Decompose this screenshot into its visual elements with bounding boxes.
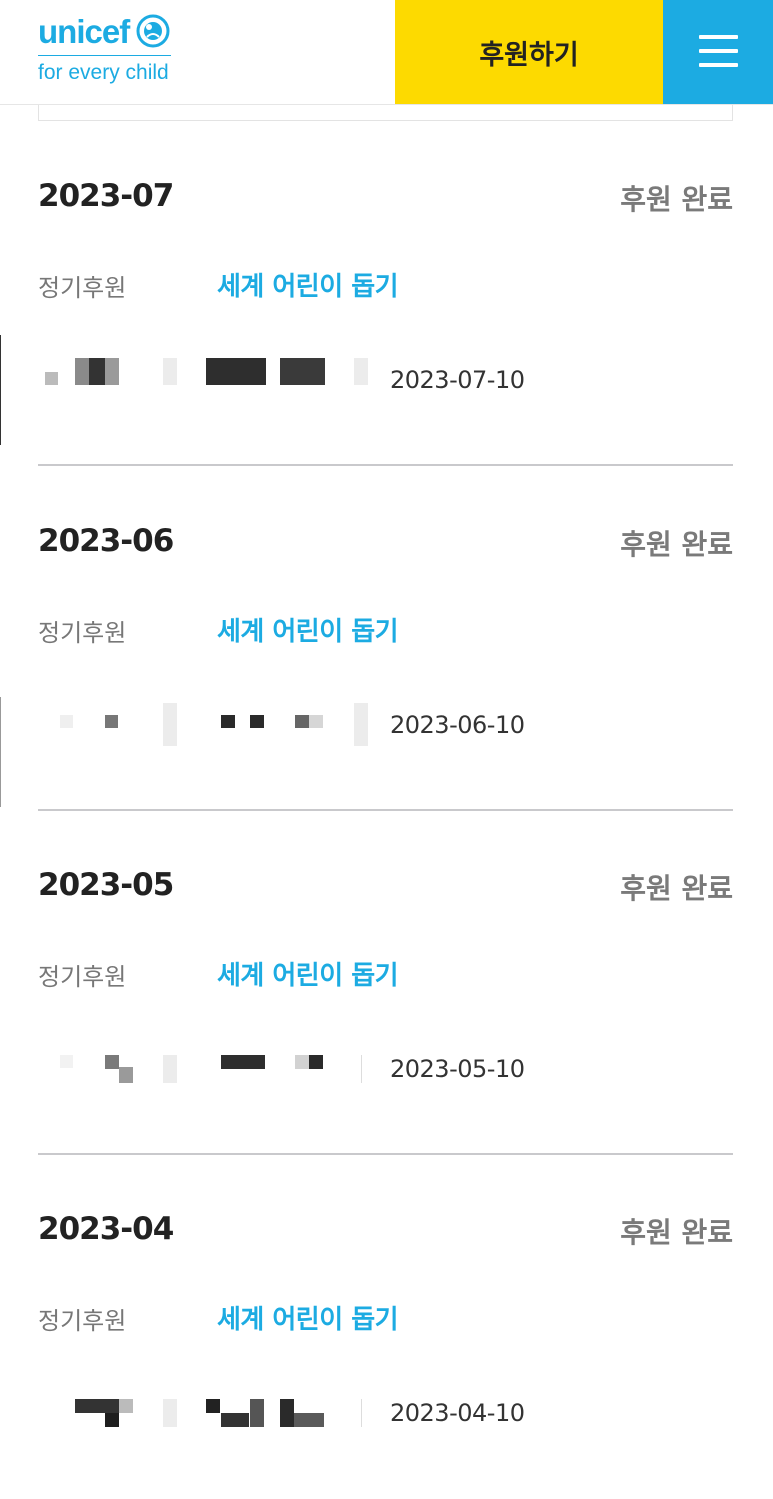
- record-status: 후원 완료: [620, 872, 733, 905]
- donation-record: 2023-07 후원 완료 정기후원 세계 어린이 돕기 2023-07-10: [38, 122, 733, 466]
- donation-record: 2023-06 후원 완료 정기후원 세계 어린이 돕기 2023-06-10: [38, 467, 733, 811]
- record-date: 2023-04-10: [390, 1399, 525, 1427]
- record-month: 2023-06: [38, 523, 174, 559]
- record-divider: [361, 1399, 362, 1427]
- record-month: 2023-07: [38, 178, 174, 214]
- record-type: 정기후원: [38, 274, 127, 302]
- logo-wordmark: unicef: [38, 13, 130, 50]
- record-date: 2023-05-10: [390, 1055, 525, 1083]
- redacted-payment-info: [38, 1047, 378, 1083]
- record-campaign-link[interactable]: 세계 어린이 돕기: [217, 955, 399, 992]
- record-campaign-link[interactable]: 세계 어린이 돕기: [217, 1299, 399, 1336]
- record-month: 2023-05: [38, 867, 174, 903]
- record-status: 후원 완료: [620, 183, 733, 216]
- donate-button[interactable]: 후원하기: [395, 0, 663, 104]
- unicef-globe-icon: [136, 14, 170, 48]
- logo-divider: [38, 55, 171, 56]
- redacted-payment-info: [38, 703, 378, 746]
- redacted-payment-info: [38, 358, 378, 394]
- donation-record: 2023-04 후원 완료 정기후원 세계 어린이 돕기 2023-04-10: [38, 1155, 733, 1499]
- hamburger-menu-icon: [699, 63, 738, 67]
- record-campaign-link[interactable]: 세계 어린이 돕기: [217, 266, 399, 303]
- record-date: 2023-07-10: [390, 366, 525, 394]
- record-month: 2023-04: [38, 1211, 174, 1247]
- hamburger-menu-icon: [699, 35, 738, 39]
- donation-record: 2023-05 후원 완료 정기후원 세계 어린이 돕기 2023-05-10: [38, 811, 733, 1155]
- record-type: 정기후원: [38, 1307, 127, 1335]
- site-header: unicef for every child 후원하기: [0, 0, 773, 105]
- record-campaign-link[interactable]: 세계 어린이 돕기: [217, 611, 399, 648]
- hamburger-menu-button[interactable]: [663, 0, 773, 104]
- record-date: 2023-06-10: [390, 711, 525, 739]
- redacted-payment-info: [38, 1391, 378, 1427]
- record-divider: [361, 1055, 362, 1083]
- logo-tagline: for every child: [38, 61, 169, 84]
- edge-marker: [0, 697, 1, 807]
- record-type: 정기후원: [38, 963, 127, 991]
- edge-marker: [0, 335, 1, 445]
- summary-box: [38, 104, 733, 121]
- hamburger-menu-icon: [699, 49, 738, 53]
- record-status: 후원 완료: [620, 1216, 733, 1249]
- unicef-logo[interactable]: unicef for every child: [38, 12, 178, 92]
- record-type: 정기후원: [38, 619, 127, 647]
- record-status: 후원 완료: [620, 528, 733, 561]
